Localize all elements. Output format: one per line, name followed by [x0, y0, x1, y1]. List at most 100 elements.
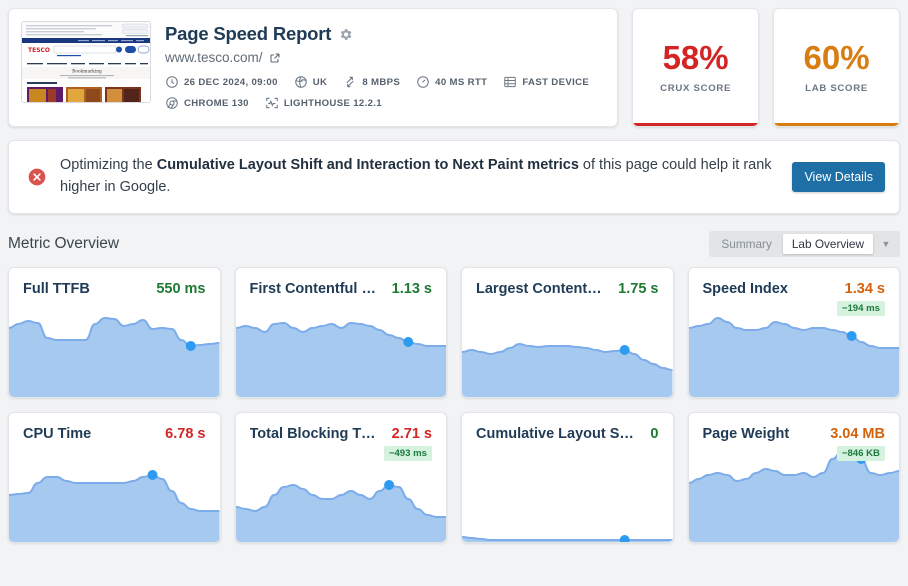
section-title: Metric Overview [8, 235, 120, 252]
metric-value-group: 1.75 s [618, 281, 658, 297]
meta-row-1: 26 DEC 2024, 09:00 UK 8 MBPS 40 MS RTT F… [165, 75, 605, 89]
error-circle-icon [28, 168, 46, 186]
metric-header: Total Blocking Ti… 2.71 s −493 ms [236, 413, 447, 461]
metric-header: CPU Time 6.78 s [9, 413, 220, 442]
page-title: Page Speed Report [165, 23, 332, 44]
metric-name: First Contentful … [249, 281, 376, 297]
meta-lighthouse: LIGHTHOUSE 12.2.1 [265, 96, 382, 110]
toggle-summary[interactable]: Summary [712, 234, 780, 254]
meta-browser: CHROME 130 [165, 96, 249, 110]
metric-card[interactable]: First Contentful … 1.13 s [234, 267, 447, 398]
metric-value: 1.75 s [618, 281, 659, 297]
meta-region: UK [294, 75, 328, 89]
metric-value: 3.04 MB [830, 426, 885, 442]
meta-label: 8 MBPS [362, 76, 401, 88]
metric-card[interactable]: CPU Time 6.78 s [8, 412, 221, 543]
metric-name: Total Blocking Ti… [249, 426, 378, 442]
metric-value: 550 ms [156, 281, 206, 297]
metric-card[interactable]: Cumulative Layout S… 0 [461, 412, 674, 543]
metric-name: Largest Content… [476, 281, 602, 297]
meta-label: 40 MS RTT [435, 76, 488, 88]
crux-score-bar [633, 123, 759, 126]
metric-delta-badge: −194 ms [836, 301, 885, 316]
lab-score-card: 60% LAB SCORE [773, 8, 901, 127]
svg-text:Bookmarking: Bookmarking [72, 70, 102, 75]
gear-icon[interactable] [338, 27, 353, 42]
metric-delta-badge: −846 KB [836, 446, 885, 461]
metric-value: 6.78 s [165, 426, 206, 442]
network-speed-icon [346, 76, 354, 88]
meta-label: UK [312, 76, 328, 88]
metric-value: 1.34 s [844, 281, 885, 297]
report-summary-row: TESCO Bookmarking Page Speed Report www.… [8, 8, 901, 127]
metric-overview-header: Metric Overview Summary Lab Overview ▼ [8, 230, 900, 258]
view-details-button[interactable]: View Details [792, 162, 885, 192]
banner-message: Optimizing the Cumulative Layout Shift a… [60, 155, 779, 199]
report-title-line: Page Speed Report [165, 23, 605, 45]
metric-delta-badge: −493 ms [383, 446, 432, 461]
crux-score-value: 58% [662, 39, 729, 76]
meta-rtt: 40 MS RTT [416, 75, 487, 89]
page-speed-report-page: TESCO Bookmarking Page Speed Report www.… [0, 0, 908, 586]
metric-name: Cumulative Layout S… [476, 426, 634, 442]
meta-device: FAST DEVICE [503, 75, 589, 89]
metric-card[interactable]: Largest Content… 1.75 s [461, 267, 674, 398]
lighthouse-icon [266, 97, 278, 109]
report-details: Page Speed Report www.tesco.com/ 26 DEC … [165, 21, 605, 116]
metric-name: Speed Index [702, 281, 788, 297]
banner-text-bold: Cumulative Layout Shift and Interaction … [156, 157, 579, 174]
optimization-banner: Optimizing the Cumulative Layout Shift a… [8, 140, 900, 214]
crux-score-label: CRUX SCORE [660, 83, 732, 94]
metric-value-group: 6.78 s [165, 426, 205, 442]
metric-value-group: 550 ms [156, 281, 205, 297]
crux-score-card: 58% CRUX SCORE [632, 8, 760, 127]
metric-header: Full TTFB 550 ms [9, 268, 220, 297]
lab-score-bar [774, 123, 900, 126]
metric-header: First Contentful … 1.13 s [236, 268, 447, 297]
page-thumbnail[interactable]: TESCO Bookmarking [21, 21, 151, 103]
toggle-lab-overview[interactable]: Lab Overview [782, 234, 873, 254]
chrome-icon [166, 97, 178, 109]
metric-value-group: 3.04 MB −846 KB [830, 426, 885, 461]
meta-label: 26 DEC 2024, 09:00 [184, 76, 278, 88]
device-icon [504, 76, 517, 88]
report-url-line[interactable]: www.tesco.com/ [165, 50, 605, 65]
lab-score-label: LAB SCORE [805, 83, 868, 94]
report-meta: 26 DEC 2024, 09:00 UK 8 MBPS 40 MS RTT F… [165, 75, 605, 110]
globe-icon [295, 76, 307, 88]
external-link-icon[interactable] [269, 52, 281, 64]
metric-value-group: 1.13 s [392, 281, 432, 297]
chevron-down-icon[interactable]: ▼ [875, 239, 897, 249]
metric-card[interactable]: Speed Index 1.34 s −194 ms [687, 267, 900, 398]
metric-value-group: 0 [650, 426, 658, 442]
metric-header: Speed Index 1.34 s −194 ms [689, 268, 900, 316]
meta-bandwidth: 8 MBPS [343, 75, 400, 89]
meta-row-2: CHROME 130 LIGHTHOUSE 12.2.1 [165, 96, 605, 110]
banner-text-before: Optimizing the [60, 157, 157, 174]
metric-value-group: 2.71 s −493 ms [383, 426, 432, 461]
metric-value: 2.71 s [391, 426, 432, 442]
metric-card[interactable]: Full TTFB 550 ms [8, 267, 221, 398]
report-url: www.tesco.com/ [165, 50, 263, 65]
metric-name: Full TTFB [23, 281, 90, 297]
clock-icon [166, 76, 178, 88]
metric-value: 1.13 s [391, 281, 432, 297]
metric-value-group: 1.34 s −194 ms [836, 281, 885, 316]
gauge-icon [417, 76, 429, 88]
metric-name: Page Weight [702, 426, 790, 442]
view-toggle: Summary Lab Overview ▼ [709, 231, 900, 257]
metric-header: Page Weight 3.04 MB −846 KB [689, 413, 900, 461]
meta-label: LIGHTHOUSE 12.2.1 [283, 97, 382, 109]
metric-card[interactable]: Page Weight 3.04 MB −846 KB [687, 412, 900, 543]
svg-text:TESCO: TESCO [28, 47, 50, 54]
meta-label: CHROME 130 [184, 97, 249, 109]
meta-label: FAST DEVICE [522, 76, 590, 88]
metric-name: CPU Time [23, 426, 92, 442]
metric-header: Cumulative Layout S… 0 [462, 413, 673, 442]
metric-value: 0 [650, 426, 659, 442]
metric-header: Largest Content… 1.75 s [462, 268, 673, 297]
meta-timestamp: 26 DEC 2024, 09:00 [165, 75, 278, 89]
report-info-card: TESCO Bookmarking Page Speed Report www.… [8, 8, 619, 127]
metric-card[interactable]: Total Blocking Ti… 2.71 s −493 ms [234, 412, 447, 543]
lab-score-value: 60% [803, 39, 870, 76]
